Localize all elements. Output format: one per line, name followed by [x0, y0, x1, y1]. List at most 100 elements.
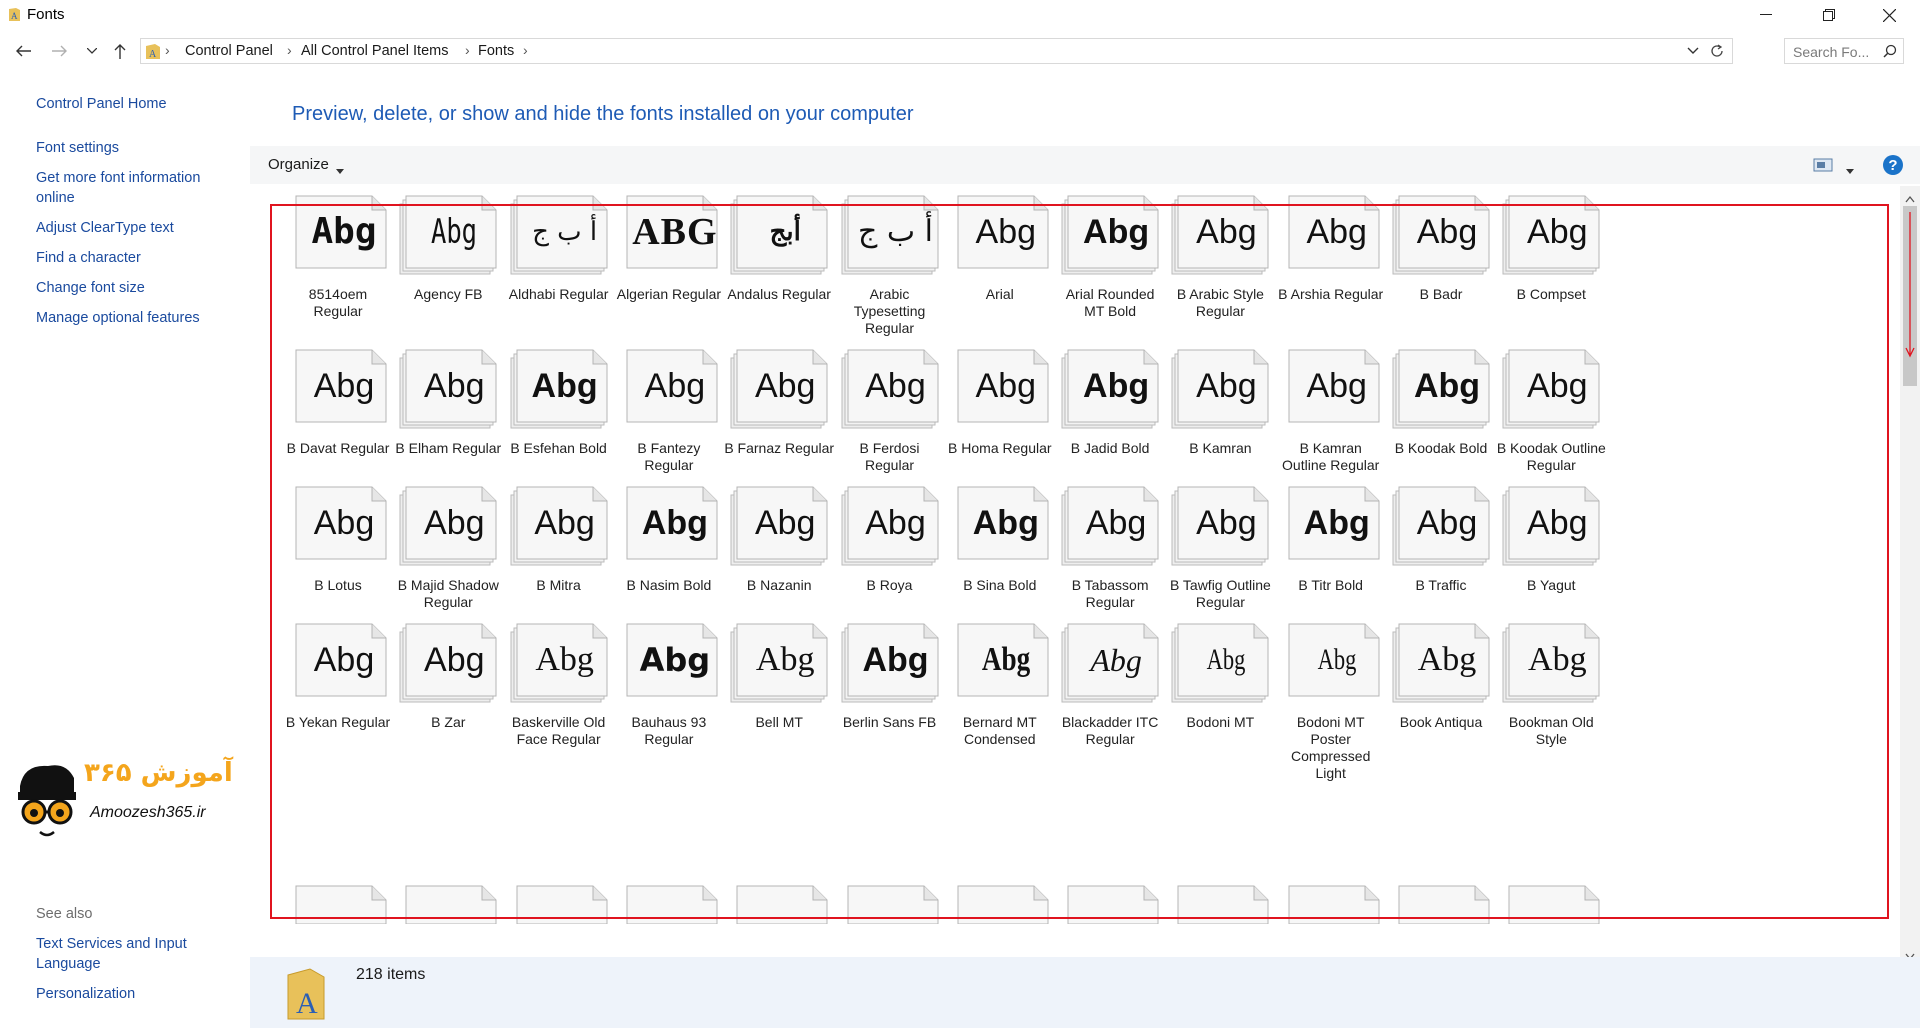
font-tile[interactable]: Abg Bernard MT Condensed [945, 622, 1055, 782]
minimize-button[interactable] [1737, 0, 1795, 30]
font-tile[interactable]: Abg B Nasim Bold [614, 485, 724, 645]
sidebar-link-personalization[interactable]: Personalization [36, 984, 236, 1004]
font-tile[interactable]: Abg Arial [945, 194, 1055, 354]
address-bar[interactable]: A › Control Panel › All Control Panel It… [140, 38, 1733, 64]
font-tile[interactable]: Abg B Ferdosi Regular [835, 348, 945, 508]
scroll-down-icon[interactable] [1905, 948, 1915, 961]
font-tile[interactable]: Abg B Koodak Outline Regular [1496, 348, 1606, 508]
font-tile[interactable]: Abg Bodoni MT [1165, 622, 1275, 782]
font-tile-partial[interactable] [840, 884, 940, 925]
font-tile-partial[interactable] [1170, 884, 1270, 925]
font-tile[interactable]: Abg Baskerville Old Face Regular [504, 622, 614, 782]
scrollbar-thumb[interactable] [1903, 206, 1917, 386]
font-tile[interactable]: Abg B Jadid Bold [1055, 348, 1165, 508]
font-tile[interactable]: Abg B Tawfig Outline Regular [1165, 485, 1275, 645]
breadcrumb-fonts[interactable]: Fonts [478, 43, 514, 59]
font-tile[interactable]: Abg B Traffic [1386, 485, 1496, 645]
font-tile[interactable]: Abg B Tabassom Regular [1055, 485, 1165, 645]
font-tile-partial[interactable] [1060, 884, 1160, 925]
sidebar-link-font-information[interactable]: Get more font information online [36, 168, 236, 208]
up-button[interactable] [109, 40, 131, 62]
font-tile[interactable]: Abg B Farnaz Regular [724, 348, 834, 508]
font-tile[interactable]: Abg Bell MT [724, 622, 834, 782]
sidebar-link-optional-features[interactable]: Manage optional features [36, 308, 236, 328]
font-tile[interactable]: ABG Algerian Regular [614, 194, 724, 354]
font-tile[interactable]: Abg B Homa Regular [945, 348, 1055, 508]
font-tile[interactable]: Abg B Yagut [1496, 485, 1606, 645]
font-tile-partial[interactable] [509, 884, 609, 925]
font-tile-partial[interactable] [1391, 884, 1491, 925]
font-sample-preview: Abg [313, 504, 375, 542]
change-view-icon[interactable] [1813, 157, 1833, 173]
caret-down-icon[interactable] [1846, 162, 1854, 174]
font-tile-partial[interactable] [398, 884, 498, 925]
font-tile[interactable]: Abg B Kamran [1165, 348, 1275, 508]
refresh-icon [1711, 44, 1723, 57]
font-tile[interactable]: Abg B Sina Bold [945, 485, 1055, 645]
caret-down-icon[interactable] [336, 162, 344, 174]
refresh-button[interactable] [1708, 42, 1728, 62]
font-file-icon: Abg [950, 485, 1070, 583]
font-tile[interactable]: Abg B Lotus [283, 485, 393, 645]
address-history-dropdown[interactable] [1686, 43, 1702, 59]
scroll-up-icon[interactable] [1905, 190, 1915, 203]
sidebar-link-cleartype[interactable]: Adjust ClearType text [36, 218, 236, 238]
font-tile[interactable]: Abg B Davat Regular [283, 348, 393, 508]
sidebar-link-control-panel-home[interactable]: Control Panel Home [36, 94, 236, 114]
font-tile[interactable]: أ ب ج Aldhabi Regular [504, 194, 614, 354]
font-tile[interactable]: Abg Bookman Old Style [1496, 622, 1606, 782]
font-tile[interactable]: Abg Agency FB [393, 194, 503, 354]
font-tile[interactable]: Abg B Nazanin [724, 485, 834, 645]
font-tile[interactable]: Abg B Koodak Bold [1386, 348, 1496, 508]
font-tile[interactable]: Abg B Compset [1496, 194, 1606, 354]
font-tile[interactable]: Abg B Titr Bold [1276, 485, 1386, 645]
font-name-label: B Tabassom Regular [1071, 577, 1149, 610]
font-name-label: B Davat Regular [286, 440, 390, 456]
font-tile-partial[interactable] [950, 884, 1050, 925]
breadcrumb-control-panel[interactable]: Control Panel [185, 43, 273, 59]
font-tile[interactable]: Abg B Roya [835, 485, 945, 645]
font-tile[interactable]: Abg B Yekan Regular [283, 622, 393, 782]
breadcrumb-all-items[interactable]: All Control Panel Items [301, 43, 448, 59]
font-tile[interactable]: أ ب ج Arabic Typesetting Regular [835, 194, 945, 354]
font-tile[interactable]: Abg Book Antiqua [1386, 622, 1496, 782]
help-icon[interactable]: ? [1882, 154, 1904, 176]
font-tile[interactable]: Abg B Majid Shadow Regular [393, 485, 503, 645]
font-tile[interactable]: Abg B Arabic Style Regular [1165, 194, 1275, 354]
restore-button[interactable] [1800, 0, 1858, 30]
sidebar-link-text-services[interactable]: Text Services and Input Language [36, 934, 236, 974]
font-tile[interactable]: Abg B Fantezy Regular [614, 348, 724, 508]
font-tile[interactable]: Abg B Mitra [504, 485, 614, 645]
back-button[interactable] [12, 40, 34, 62]
forward-button[interactable] [49, 40, 71, 62]
font-tile[interactable]: Abg Berlin Sans FB [835, 622, 945, 782]
font-tile-partial[interactable] [1501, 884, 1601, 925]
font-tile[interactable]: Abg B Elham Regular [393, 348, 503, 508]
font-tile[interactable]: Abg B Badr [1386, 194, 1496, 354]
sidebar-link-find-character[interactable]: Find a character [36, 248, 236, 268]
sidebar-link-font-size[interactable]: Change font size [36, 278, 236, 298]
vertical-scrollbar[interactable] [1900, 186, 1920, 961]
font-tile[interactable]: Abg Bodoni MT Poster Compressed Light [1276, 622, 1386, 782]
font-tile[interactable]: Abg B Esfehan Bold [504, 348, 614, 508]
font-tile[interactable]: Abg Bauhaus 93 Regular [614, 622, 724, 782]
recent-locations-button[interactable] [81, 40, 103, 62]
font-tile-partial[interactable] [619, 884, 719, 925]
font-tile[interactable]: Abg Blackadder ITC Regular [1055, 622, 1165, 782]
font-tile-partial[interactable] [729, 884, 829, 925]
font-file-icon: أ ب ج [840, 194, 960, 292]
font-tile[interactable]: أبج Andalus Regular [724, 194, 834, 354]
font-tile[interactable]: Abg B Kamran Outline Regular [1276, 348, 1386, 508]
search-box[interactable]: Search Fo... [1784, 38, 1904, 64]
sidebar-link-font-settings[interactable]: Font settings [36, 138, 236, 158]
font-tile-partial[interactable] [288, 884, 388, 925]
font-tile[interactable]: Abg B Arshia Regular [1276, 194, 1386, 354]
font-tile[interactable]: Abg B Zar [393, 622, 503, 782]
organize-button[interactable]: Organize [268, 156, 329, 173]
font-tile[interactable]: Abg 8514oem Regular [283, 194, 393, 354]
font-tile-partial[interactable] [1281, 884, 1381, 925]
search-icon[interactable] [1883, 44, 1897, 58]
close-button[interactable] [1860, 0, 1918, 30]
font-sample-preview: Abg [313, 641, 375, 679]
font-tile[interactable]: Abg Arial Rounded MT Bold [1055, 194, 1165, 354]
